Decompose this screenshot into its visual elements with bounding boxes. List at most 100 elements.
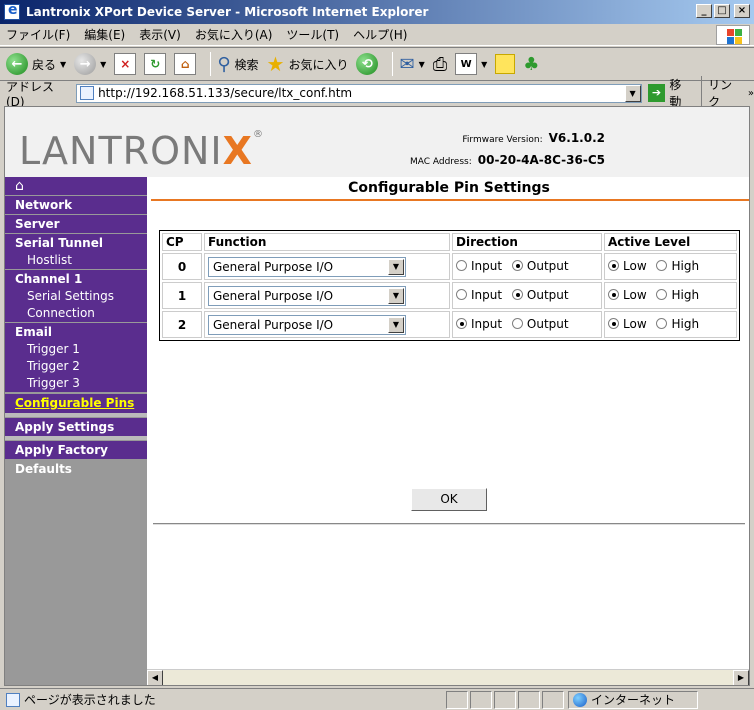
messenger-icon: ♣ (523, 53, 540, 75)
stop-button[interactable]: × (114, 50, 137, 78)
status-segment (542, 690, 564, 709)
level-low-radio[interactable]: Low (608, 259, 647, 273)
menu-file[interactable]: ファイル(F) (6, 26, 70, 43)
home-button[interactable]: ⌂ (174, 50, 197, 78)
edit-button[interactable]: W ▼ (455, 50, 487, 78)
status-bar: ページが表示されました インターネット (0, 688, 754, 710)
status-text: ページが表示されました (24, 693, 156, 707)
favorites-button[interactable]: ★ お気に入り (267, 50, 349, 78)
links-button[interactable]: リンク (701, 76, 744, 110)
sidebar-item-network[interactable]: Network (5, 195, 147, 214)
window-controls: _ □ × (696, 4, 750, 18)
radio-selected-icon (608, 289, 619, 301)
column-header-direction: Direction (452, 233, 602, 251)
menu-view[interactable]: 表示(V) (139, 26, 181, 43)
scroll-right-icon[interactable]: ▶ (733, 670, 749, 685)
sidebar-item-channel-1[interactable]: Channel 1 (5, 269, 147, 288)
minimize-button[interactable]: _ (696, 4, 712, 18)
radio-label: Input (471, 258, 503, 273)
direction-input-radio[interactable]: Input (456, 288, 502, 302)
radio-label: High (671, 258, 700, 273)
home-icon: ⌂ (174, 53, 197, 75)
print-button[interactable]: ⎙ (433, 50, 447, 78)
ok-button[interactable]: OK (411, 488, 487, 511)
cp-number: 0 (162, 253, 202, 280)
firmware-value: V6.1.0.2 (548, 131, 605, 145)
sidebar-item-serial-settings[interactable]: Serial Settings (5, 288, 147, 305)
go-arrow-icon: ➔ (647, 84, 666, 102)
sidebar-item-apply-settings[interactable]: Apply Settings (5, 417, 147, 436)
horizontal-scrollbar[interactable]: ◀ ▶ (147, 669, 749, 685)
sidebar-item-server[interactable]: Server (5, 214, 147, 233)
status-segment (494, 690, 516, 709)
cp-number: 1 (162, 282, 202, 309)
messenger-button[interactable]: ♣ (523, 50, 539, 78)
status-segment (518, 690, 540, 709)
direction-output-radio[interactable]: Output (511, 316, 569, 331)
sidebar-item-trigger-2[interactable]: Trigger 2 (5, 358, 147, 375)
refresh-button[interactable]: ↻ (144, 50, 167, 78)
function-select-value: General Purpose I/O (213, 259, 334, 274)
address-url: http://192.168.51.133/secure/ltx_conf.ht… (98, 86, 353, 100)
radio-label: High (671, 287, 700, 302)
refresh-icon: ↻ (144, 53, 167, 75)
radio-icon (656, 318, 668, 330)
title-divider (151, 199, 749, 201)
maximize-button[interactable]: □ (714, 4, 730, 18)
search-button[interactable]: ⚲ 検索 (217, 50, 258, 78)
direction-input-radio[interactable]: Input (456, 317, 502, 331)
direction-output-radio[interactable]: Output (511, 259, 569, 273)
sidebar-item-apply-factory-defaults[interactable]: Apply Factory Defaults (5, 440, 147, 476)
direction-input-radio[interactable]: Input (456, 259, 502, 273)
function-select[interactable]: General Purpose I/O ▼ (208, 256, 406, 277)
discuss-button[interactable] (495, 50, 516, 78)
home-icon[interactable]: ⌂ (5, 177, 147, 195)
chevron-right-icon[interactable]: » (748, 88, 754, 99)
lantronix-logo: LANTRONIX® (19, 129, 264, 173)
direction-cell: Input Output (452, 253, 602, 280)
menu-help[interactable]: ヘルプ(H) (353, 26, 407, 43)
back-label: 戻る (32, 57, 57, 72)
level-cell: Low High (604, 311, 737, 338)
dropdown-arrow-icon: ▼ (481, 59, 488, 69)
level-high-radio[interactable]: High (656, 317, 699, 331)
address-input[interactable]: http://192.168.51.133/secure/ltx_conf.ht… (76, 83, 642, 103)
history-button[interactable]: ⟲ (356, 50, 379, 78)
address-dropdown-icon[interactable]: ▼ (624, 84, 641, 102)
level-high-radio[interactable]: High (656, 259, 699, 273)
go-button[interactable]: ➔ 移動 (647, 76, 694, 110)
security-zone: インターネット (568, 690, 698, 709)
stop-icon: × (114, 53, 137, 75)
column-header-cp: CP (162, 233, 202, 251)
sidebar-item-hostlist[interactable]: Hostlist (5, 252, 147, 269)
page-title: Configurable Pin Settings (348, 180, 550, 196)
radio-label: Input (471, 316, 503, 331)
function-select[interactable]: General Purpose I/O ▼ (208, 285, 406, 306)
firmware-label: Firmware Version: (462, 135, 543, 145)
level-low-radio[interactable]: Low (608, 288, 647, 302)
menu-favorites[interactable]: お気に入り(A) (195, 26, 273, 43)
function-select[interactable]: General Purpose I/O ▼ (208, 314, 406, 335)
radio-selected-icon (511, 289, 523, 301)
direction-output-radio[interactable]: Output (511, 288, 569, 302)
mail-button[interactable]: ✉ ▼ (399, 50, 424, 78)
sidebar-item-trigger-1[interactable]: Trigger 1 (5, 341, 147, 358)
sidebar-item-email[interactable]: Email (5, 322, 147, 341)
level-high-radio[interactable]: High (656, 288, 699, 302)
menu-tools[interactable]: ツール(T) (286, 26, 339, 43)
sidebar-item-serial-tunnel[interactable]: Serial Tunnel (5, 233, 147, 252)
scroll-left-icon[interactable]: ◀ (147, 670, 163, 685)
sidebar-item-configurable-pins[interactable]: Configurable Pins (5, 394, 147, 413)
radio-label: Output (526, 316, 569, 331)
level-low-radio[interactable]: Low (608, 317, 647, 331)
forward-button[interactable]: → ▼ (74, 50, 106, 78)
sidebar-item-connection[interactable]: Connection (5, 305, 147, 322)
radio-selected-icon (608, 318, 619, 330)
sidebar-item-trigger-3[interactable]: Trigger 3 (5, 375, 147, 392)
menu-edit[interactable]: 編集(E) (84, 26, 125, 43)
close-button[interactable]: × (734, 4, 750, 18)
back-button[interactable]: ← 戻る ▼ (6, 50, 66, 78)
table-row: 0 General Purpose I/O ▼ Input Output Low… (162, 253, 737, 280)
radio-label: Input (471, 287, 503, 302)
mac-label: MAC Address: (409, 157, 472, 167)
